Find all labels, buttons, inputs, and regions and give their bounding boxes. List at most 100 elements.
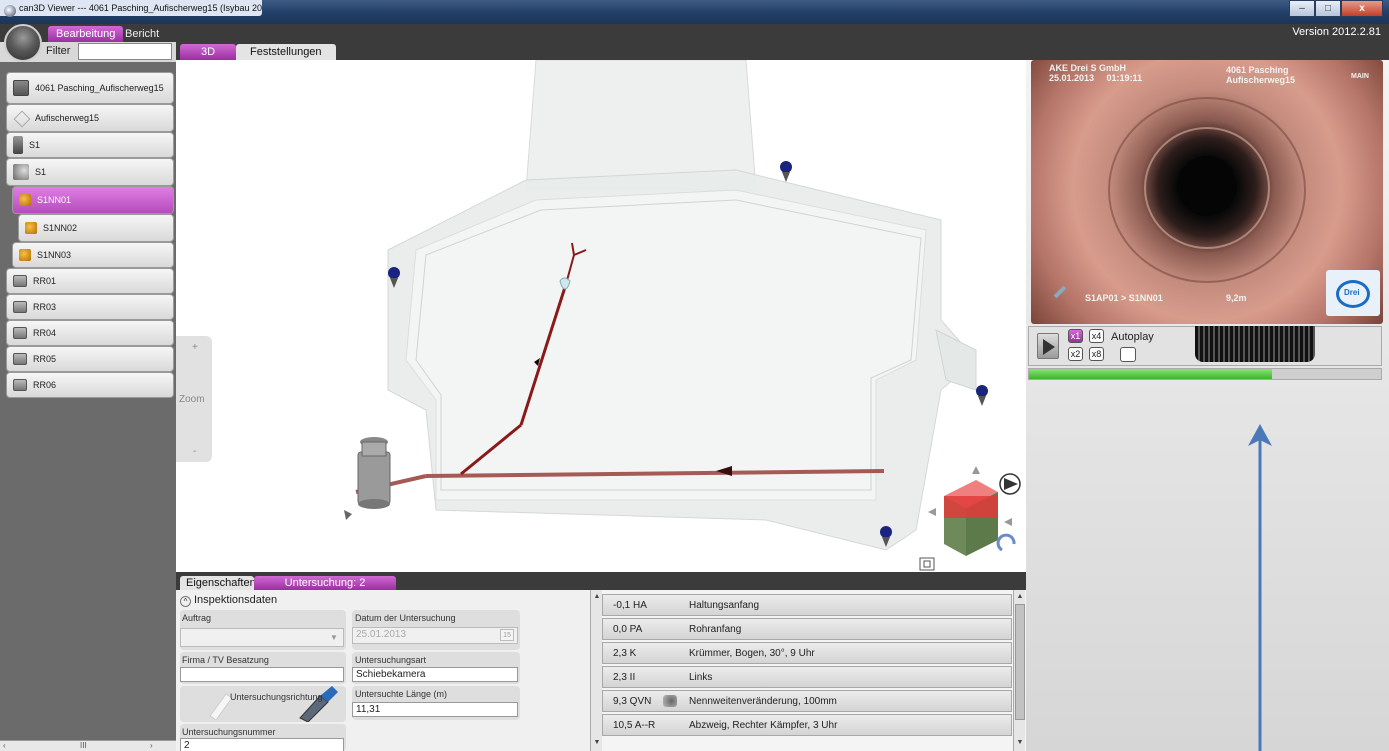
tree-item-pipe-s1[interactable]: S1 (6, 158, 174, 186)
observation-row[interactable]: -0,1 HA Haltungsanfang (602, 594, 1012, 616)
tree-item-label: S1NN02 (43, 223, 78, 233)
scroll-down-icon[interactable]: ▼ (592, 738, 602, 748)
minimize-button[interactable]: – (1289, 0, 1315, 17)
collapse-icon[interactable]: ^ (180, 596, 191, 607)
observation-code: 9,3 QVN (613, 696, 652, 707)
tree-item-s1nn01[interactable]: S1NN01 (12, 186, 174, 214)
tree-item-rr06[interactable]: RR06 (6, 372, 174, 398)
tree-item-rr01[interactable]: RR01 (6, 268, 174, 294)
auftrag-dropdown[interactable] (180, 628, 344, 647)
scroll-thumb[interactable] (1015, 604, 1025, 720)
window-title: can3D Viewer --- 4061 Pasching_Aufischer… (0, 0, 262, 16)
rotate-icon[interactable] (996, 533, 1016, 552)
tree-item-label: RR03 (33, 302, 57, 312)
observation-code: -0,1 HA (613, 600, 647, 611)
auftrag-label: Auftrag (182, 613, 212, 623)
project-tree: 4061 Pasching_Aufischerweg15 Aufischerwe… (6, 72, 174, 398)
speed-x1-button[interactable]: x1 (1068, 329, 1083, 343)
app-icon (4, 5, 16, 17)
box-icon (13, 275, 27, 287)
scroll-left-icon[interactable]: ‹ (3, 741, 6, 750)
compass-icon[interactable] (999, 473, 1021, 495)
observation-description: Nennweitenveränderung, 100mm (689, 696, 837, 707)
app-menu-orb[interactable] (4, 24, 42, 62)
laenge-field[interactable]: 11,31 (352, 702, 518, 717)
tab-3d[interactable]: 3D (180, 44, 236, 60)
video-progress-bar[interactable] (1028, 368, 1382, 380)
tab-eigenschaften[interactable]: Eigenschaften (180, 576, 256, 590)
section-icon (19, 249, 31, 261)
direction-label: Untersuchungsrichtung (230, 692, 323, 702)
tree-item-project[interactable]: 4061 Pasching_Aufischerweg15 (6, 72, 174, 104)
tree-horizontal-scrollbar[interactable]: ‹ III › (0, 740, 176, 751)
video-company: AKE Drei S GmbH (1049, 63, 1127, 73)
speed-x8-button[interactable]: x8 (1089, 347, 1104, 361)
tab-bericht[interactable]: Bericht (117, 26, 167, 42)
calendar-icon[interactable]: 15 (500, 629, 514, 641)
tree-item-rr03[interactable]: RR03 (6, 294, 174, 320)
observation-row[interactable]: 0,0 PA Rohranfang (602, 618, 1012, 640)
tree-item-street[interactable]: Aufischerweg15 (6, 104, 174, 132)
datum-field[interactable]: 25.01.2013 (352, 627, 518, 644)
filter-input[interactable] (78, 43, 172, 60)
box-icon (13, 353, 27, 365)
zoom-control[interactable]: + Zoom - (176, 336, 212, 462)
video-distance: 9,2m (1226, 293, 1247, 303)
nummer-field[interactable]: 2 (180, 738, 344, 751)
video-brand: MAIN (1351, 73, 1369, 80)
observation-row[interactable]: 9,3 QVN Nennweitenveränderung, 100mm (602, 690, 1012, 712)
scroll-down-icon[interactable]: ▼ (1015, 738, 1025, 748)
art-field[interactable]: Schiebekamera (352, 667, 518, 682)
tree-item-label: RR06 (33, 380, 57, 390)
observation-code: 2,3 II (613, 672, 636, 683)
chevron-down-icon[interactable]: ▼ (326, 630, 342, 645)
3d-scene[interactable] (176, 60, 1026, 572)
tree-item-s1nn02[interactable]: S1NN02 (18, 214, 174, 242)
tree-item-manhole-s1[interactable]: S1 (6, 132, 174, 158)
list-right-scrollbar[interactable]: ▲ ▼ (1013, 590, 1025, 751)
tab-feststellungen[interactable]: Feststellungen (236, 44, 336, 60)
title-bar: can3D Viewer --- 4061 Pasching_Aufischer… (0, 0, 1389, 24)
tree-item-rr04[interactable]: RR04 (6, 320, 174, 346)
observation-description: Abzweig, Rechter Kämpfer, 3 Uhr (689, 720, 838, 731)
zoom-out-button[interactable]: - (193, 446, 196, 457)
autoplay-checkbox[interactable] (1120, 347, 1136, 362)
firma-field[interactable] (180, 667, 344, 682)
version-label: Version 2012.2.81 (1292, 26, 1381, 38)
tree-item-label: S1NN03 (37, 250, 72, 260)
observation-row[interactable]: 2,3 K Krümmer, Bogen, 30°, 9 Uhr (602, 642, 1012, 664)
video-location-1: 4061 Pasching (1226, 65, 1289, 75)
scroll-up-icon[interactable]: ▲ (1015, 592, 1025, 602)
tab-untersuchung[interactable]: Untersuchung: 2 (254, 576, 396, 590)
observation-description: Krümmer, Bogen, 30°, 9 Uhr (689, 648, 815, 659)
jog-wheel[interactable] (1195, 326, 1315, 362)
observation-row[interactable]: 10,5 A--R Abzweig, Rechter Kämpfer, 3 Uhr (602, 714, 1012, 736)
observation-row[interactable]: 2,3 II Links (602, 666, 1012, 688)
video-camera-icon[interactable] (663, 695, 677, 707)
fit-view-icon[interactable] (919, 557, 935, 571)
maximize-button[interactable]: □ (1315, 0, 1341, 17)
scroll-up-icon[interactable]: ▲ (592, 592, 602, 602)
scroll-grip[interactable]: III (80, 741, 87, 750)
3d-viewport[interactable] (176, 60, 1026, 572)
manhole-icon (13, 136, 23, 154)
tab-bearbeitung[interactable]: Bearbeitung (48, 26, 124, 42)
tree-item-rr05[interactable]: RR05 (6, 346, 174, 372)
play-button[interactable] (1037, 333, 1059, 359)
laenge-label: Untersuchte Länge (m) (355, 689, 448, 699)
section-header[interactable]: ^ Inspektionsdaten (180, 594, 277, 607)
shaft-bottom (358, 499, 390, 509)
scroll-right-icon[interactable]: › (150, 741, 153, 750)
direction-button[interactable]: Untersuchungsrichtung (180, 686, 346, 722)
tree-item-label: S1 (29, 140, 41, 150)
tree-item-label: 4061 Pasching_Aufischerweg15 (35, 83, 164, 93)
speed-x2-button[interactable]: x2 (1068, 347, 1083, 361)
tree-item-label: RR05 (33, 354, 57, 364)
observation-code: 2,3 K (613, 648, 637, 659)
project-icon (13, 80, 29, 96)
speed-x4-button[interactable]: x4 (1089, 329, 1104, 343)
close-button[interactable]: x (1341, 0, 1383, 17)
list-left-scrollbar[interactable]: ▲ ▼ (590, 590, 602, 751)
zoom-in-button[interactable]: + (192, 342, 198, 353)
tree-item-s1nn03[interactable]: S1NN03 (12, 242, 174, 268)
